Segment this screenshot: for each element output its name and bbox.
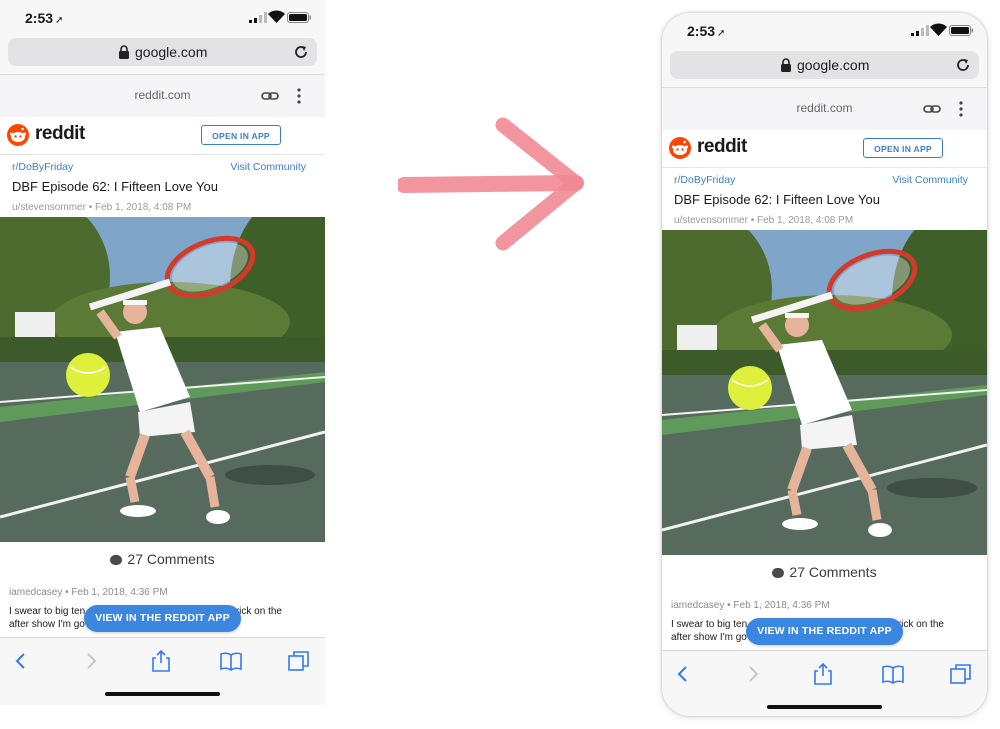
reddit-header: reddit OPEN IN APP <box>662 130 987 168</box>
battery-icon <box>949 25 973 36</box>
share-icon[interactable] <box>150 650 172 672</box>
reddit-logo-icon[interactable] <box>669 137 691 159</box>
forward-icon[interactable] <box>80 650 102 672</box>
post-title[interactable]: DBF Episode 62: I Fifteen Love You <box>674 192 880 207</box>
phone-screenshot-after: 2:53 ➚ google.com reddit.com reddit OPEN… <box>662 13 987 716</box>
reddit-header: reddit OPEN IN APP <box>0 117 325 155</box>
subreddit-link[interactable]: r/DoByFriday <box>12 161 73 173</box>
comment-bubble-icon <box>110 555 123 565</box>
tabs-icon[interactable] <box>288 650 310 672</box>
post-meta: u/stevensommer • Feb 1, 2018, 4:08 PM <box>674 215 854 226</box>
bookmarks-icon[interactable] <box>220 650 242 672</box>
address-bar[interactable]: google.com <box>670 51 979 79</box>
reddit-wordmark[interactable]: reddit <box>697 136 747 158</box>
status-bar: 2:53 ➚ <box>0 0 325 34</box>
post-image[interactable] <box>662 230 987 555</box>
page-content: reddit OPEN IN APP r/DoByFriday Visit Co… <box>662 130 987 650</box>
wifi-icon <box>268 10 285 23</box>
home-indicator[interactable] <box>105 692 220 696</box>
back-icon[interactable] <box>672 663 694 685</box>
url-domain: google.com <box>135 44 208 60</box>
post-title[interactable]: DBF Episode 62: I Fifteen Love You <box>12 179 218 194</box>
reddit-wordmark[interactable]: reddit <box>35 123 85 145</box>
bookmarks-icon[interactable] <box>882 663 904 685</box>
post-meta: u/stevensommer • Feb 1, 2018, 4:08 PM <box>12 202 192 213</box>
subreddit-link[interactable]: r/DoByFriday <box>674 174 735 186</box>
post-image[interactable] <box>0 217 325 542</box>
link-icon[interactable] <box>923 100 941 118</box>
more-options-icon[interactable] <box>294 87 304 105</box>
comment-meta: iamedcasey • Feb 1, 2018, 4:36 PM <box>671 600 830 611</box>
address-bar[interactable]: google.com <box>8 38 317 66</box>
forward-icon[interactable] <box>742 663 764 685</box>
status-bar: 2:53 ➚ <box>662 13 987 47</box>
battery-icon <box>287 12 311 23</box>
comments-count[interactable]: 27 Comments <box>0 551 325 567</box>
safari-toolbar <box>662 650 987 701</box>
view-in-reddit-app-button[interactable]: VIEW IN THE REDDIT APP <box>84 605 241 632</box>
page-content: reddit OPEN IN APP r/DoByFriday Visit Co… <box>0 117 325 637</box>
cellular-signal-icon <box>249 12 267 23</box>
visit-community-link[interactable]: Visit Community <box>892 174 968 186</box>
comment-meta: iamedcasey • Feb 1, 2018, 4:36 PM <box>9 587 168 598</box>
open-in-app-button[interactable]: OPEN IN APP <box>201 125 281 145</box>
transition-arrow-icon <box>398 117 584 251</box>
url-domain: google.com <box>797 57 870 73</box>
lock-icon <box>781 58 791 72</box>
tabs-icon[interactable] <box>950 663 972 685</box>
phone-screenshot-before: 2:53 ➚ google.com reddit.com reddit OPEN… <box>0 0 325 705</box>
amp-header-bar: reddit.com <box>0 74 325 118</box>
lock-icon <box>119 45 129 59</box>
reload-icon[interactable] <box>293 44 309 60</box>
home-indicator[interactable] <box>767 705 882 709</box>
visit-community-link[interactable]: Visit Community <box>230 161 306 173</box>
more-options-icon[interactable] <box>956 100 966 118</box>
status-time: 2:53 ➚ <box>25 10 64 26</box>
status-time: 2:53 ➚ <box>687 23 726 39</box>
reload-icon[interactable] <box>955 57 971 73</box>
back-icon[interactable] <box>10 650 32 672</box>
comment-bubble-icon <box>772 568 785 578</box>
view-in-reddit-app-button[interactable]: VIEW IN THE REDDIT APP <box>746 618 903 645</box>
wifi-icon <box>930 23 947 36</box>
amp-header-bar: reddit.com <box>662 87 987 131</box>
link-icon[interactable] <box>261 87 279 105</box>
open-in-app-button[interactable]: OPEN IN APP <box>863 138 943 158</box>
comments-count[interactable]: 27 Comments <box>662 564 987 580</box>
share-icon[interactable] <box>812 663 834 685</box>
cellular-signal-icon <box>911 25 929 36</box>
safari-toolbar <box>0 637 325 688</box>
reddit-logo-icon[interactable] <box>7 124 29 146</box>
